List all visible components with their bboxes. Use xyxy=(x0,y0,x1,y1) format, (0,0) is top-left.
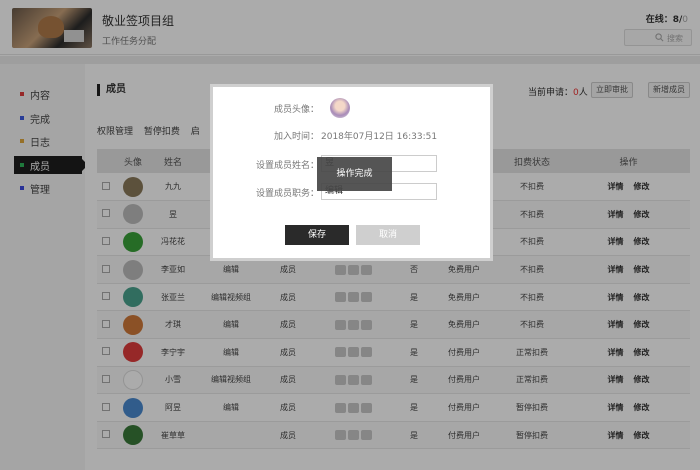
name-label: 设置成员姓名： xyxy=(255,161,319,171)
cancel-button[interactable]: 取消 xyxy=(356,225,420,245)
member-avatar xyxy=(330,98,350,118)
toast-message: 操作完成 xyxy=(317,157,392,191)
role-label: 设置成员职务： xyxy=(255,189,319,199)
edit-member-dialog: 成员头像： 加入时间： 2018年07月12日 16:33:51 设置成员姓名：… xyxy=(210,84,493,261)
save-button[interactable]: 保存 xyxy=(285,225,349,245)
avatar-label: 成员头像： xyxy=(273,105,319,115)
join-time-value: 2018年07月12日 16:33:51 xyxy=(321,132,438,142)
join-time-label: 加入时间： xyxy=(273,132,319,142)
